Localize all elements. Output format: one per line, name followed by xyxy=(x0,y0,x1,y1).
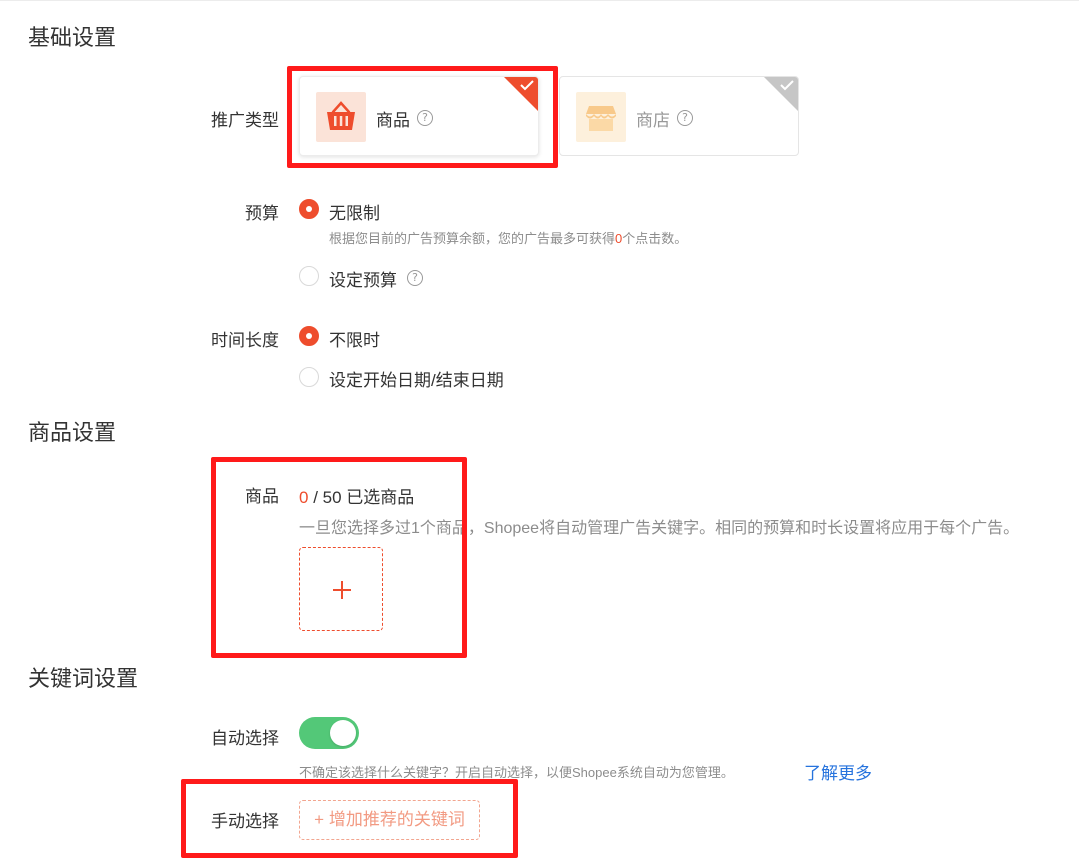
section-title-keyword: 关键词设置 xyxy=(28,666,139,691)
promo-type-card-shop[interactable]: 商店 ? xyxy=(559,76,799,156)
toggle-knob xyxy=(330,720,356,746)
annotation-box-manual-keywords xyxy=(181,779,518,858)
budget-hint: 根据您目前的广告预算余额，您的广告最多可获得0个点击数。 xyxy=(329,228,687,247)
annotation-box-products xyxy=(211,457,467,658)
budget-unlimited-radio[interactable] xyxy=(299,199,319,219)
help-icon[interactable]: ? xyxy=(677,108,693,126)
duration-unlimited-label[interactable]: 不限时 xyxy=(329,326,380,351)
top-divider xyxy=(0,0,1079,1)
budget-label: 预算 xyxy=(245,204,279,223)
budget-hint-after: 个点击数。 xyxy=(622,231,688,246)
budget-hint-before: 根据您目前的广告预算余额，您的广告最多可获得 xyxy=(329,231,616,246)
budget-unlimited-label[interactable]: 无限制 xyxy=(329,199,380,224)
section-title-basic: 基础设置 xyxy=(28,25,117,50)
learn-more-link[interactable]: 了解更多 xyxy=(804,759,872,784)
help-icon[interactable]: ? xyxy=(407,268,423,286)
check-icon xyxy=(780,80,794,91)
section-title-product: 商品设置 xyxy=(28,420,117,445)
duration-dates-label[interactable]: 设定开始日期/结束日期 xyxy=(329,366,504,391)
card-label-shop: 商店 xyxy=(636,111,670,130)
annotation-box-promo-type xyxy=(287,66,558,168)
duration-unlimited-radio[interactable] xyxy=(299,326,319,346)
duration-dates-radio[interactable] xyxy=(299,367,319,387)
budget-set-label[interactable]: 设定预算 xyxy=(329,266,397,291)
duration-label: 时间长度 xyxy=(211,331,279,350)
budget-set-radio[interactable] xyxy=(299,266,319,286)
promo-type-label: 推广类型 xyxy=(211,111,279,130)
auto-select-label: 自动选择 xyxy=(211,729,279,748)
auto-select-toggle[interactable] xyxy=(299,717,359,749)
shop-icon xyxy=(576,92,626,142)
